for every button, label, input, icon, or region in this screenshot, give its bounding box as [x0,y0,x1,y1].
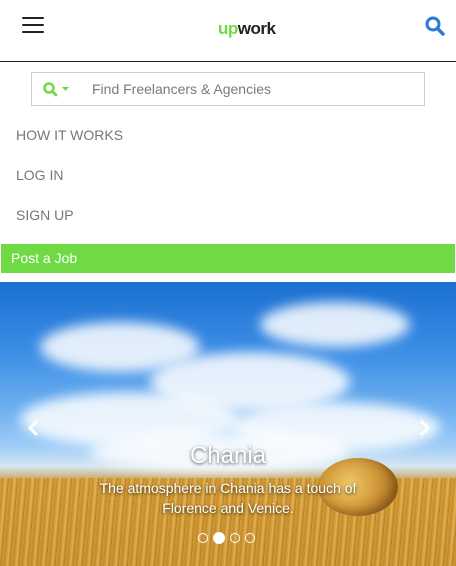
carousel-prev-icon[interactable] [24,418,44,438]
logo-up-text: up [218,19,238,38]
carousel-indicator[interactable] [230,532,240,543]
carousel-caption-title: Chania [189,442,267,469]
nav-how-it-works[interactable]: HOW IT WORKS [16,127,123,143]
image-carousel: Chania The atmosphere in Chania has a to… [0,282,456,566]
search-bar [31,72,432,106]
carousel-indicator-active[interactable] [213,531,225,544]
hamburger-menu-icon[interactable] [22,17,44,33]
carousel-indicator[interactable] [198,532,208,543]
carousel-next-icon[interactable] [414,418,434,438]
upwork-logo[interactable]: upwork [218,19,276,39]
carousel-indicator[interactable] [245,532,255,543]
post-job-button[interactable]: Post a Job [1,244,455,273]
search-icon[interactable] [424,15,446,37]
nav-sign-up[interactable]: SIGN UP [16,207,74,223]
top-navbar: upwork [0,0,456,62]
search-type-dropdown[interactable] [32,73,78,105]
logo-work-text: work [237,19,276,38]
carousel-indicators [198,529,260,544]
search-input[interactable] [82,73,432,105]
nav-log-in[interactable]: LOG IN [16,167,63,183]
carousel-caption-text: The atmosphere in Chania has a touch of … [99,480,357,516]
